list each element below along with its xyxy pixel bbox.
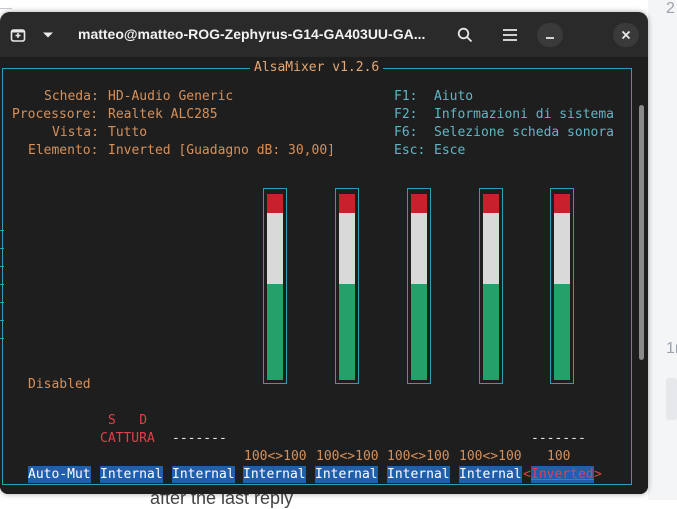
inverted-dashes: ------- [531, 431, 586, 446]
terminal-window: matteo@matteo-ROG-Zephyrus-G14-GA403UU-G… [0, 12, 648, 494]
info-value-elemento: Inverted [Guadagno dB: 30,00] [108, 143, 335, 158]
new-tab-icon [10, 29, 26, 42]
background-card [666, 378, 677, 420]
key-f2-action: Informazioni di sistema [434, 107, 615, 122]
new-tab-button[interactable] [6, 23, 30, 47]
title-bar: matteo@matteo-ROG-Zephyrus-G14-GA403UU-G… [0, 12, 648, 57]
scrollbar[interactable] [639, 105, 644, 360]
scale-tick [0, 284, 4, 285]
capture-label: CATTURA [100, 431, 155, 446]
meter-fill [411, 194, 427, 380]
scale-tick [0, 320, 4, 321]
control-auto-mute[interactable]: Auto-Mut [28, 466, 91, 483]
dropdown-icon [43, 32, 53, 38]
control-internal-4[interactable]: Internal [315, 466, 378, 483]
control-internal-3[interactable]: Internal [243, 466, 306, 483]
control-internal-6[interactable]: Internal [459, 466, 522, 483]
volume-meter-2[interactable] [335, 188, 359, 384]
info-label-elemento: Elemento: [28, 143, 99, 158]
background-text-mid: 1r [666, 340, 677, 357]
key-f1-action: Aiuto [434, 89, 474, 104]
volume-value-4: 100<>100 [459, 449, 522, 464]
volume-meter-4[interactable] [479, 188, 503, 384]
scale-tick [0, 230, 4, 231]
scale-tick [0, 302, 4, 303]
control-inverted-selected[interactable]: Inverted [531, 466, 594, 483]
meter-fill [339, 194, 355, 380]
scale-tick [0, 266, 4, 267]
info-value-vista: Tutto [108, 125, 148, 140]
menu-button[interactable] [498, 23, 522, 47]
volume-meter-5[interactable] [550, 188, 574, 384]
background-text-top: 2 [666, 0, 675, 17]
info-label-vista: Vista: [52, 125, 99, 140]
search-icon [457, 27, 473, 43]
background-page-right: 2 1r [648, 0, 677, 500]
key-esc-action: Esce [434, 143, 466, 158]
minimize-button[interactable] [537, 23, 563, 47]
info-value-processore: Realtek ALC285 [108, 107, 218, 122]
key-f1: F1: [394, 89, 418, 104]
background-divider [0, 8, 12, 9]
selected-right-marker: > [594, 467, 602, 482]
capture-dashes: ------- [172, 431, 227, 446]
meter-fill [483, 194, 499, 380]
volume-meter-3[interactable] [407, 188, 431, 384]
capture-sd-indicator: S D [108, 413, 148, 428]
info-label-processore: Processore: [12, 107, 99, 122]
auto-mute-status: Disabled [28, 377, 91, 392]
selected-left-marker: < [523, 467, 531, 482]
info-label-scheda: Scheda: [44, 89, 99, 104]
info-value-scheda: HD-Audio Generic [108, 89, 234, 104]
volume-value-3: 100<>100 [387, 449, 450, 464]
key-f6: F6: [394, 125, 418, 140]
minimize-icon [546, 37, 554, 39]
close-button[interactable] [613, 23, 639, 47]
key-f6-action: Selezione scheda sonora [434, 125, 615, 140]
meter-fill [554, 194, 570, 380]
tab-menu-button[interactable] [37, 23, 59, 47]
volume-value-2: 100<>100 [316, 449, 379, 464]
key-esc: Esc: [394, 143, 426, 158]
control-internal-2[interactable]: Internal [172, 466, 235, 483]
mixer-title: AlsaMixer v1.2.6 [250, 60, 384, 75]
key-f2: F2: [394, 107, 418, 122]
terminal-content[interactable]: AlsaMixer v1.2.6 Scheda: HD-Audio Generi… [0, 57, 648, 494]
volume-value-5: 100 [547, 449, 571, 464]
control-internal-1[interactable]: Internal [100, 466, 163, 483]
menu-icon [503, 29, 517, 41]
scale-tick [0, 248, 4, 249]
search-button[interactable] [453, 23, 477, 47]
volume-meter-1[interactable] [263, 188, 287, 384]
scale-tick [0, 338, 4, 339]
volume-value-1: 100<>100 [244, 449, 307, 464]
window-title: matteo@matteo-ROG-Zephyrus-G14-GA403UU-G… [78, 26, 426, 42]
control-internal-5[interactable]: Internal [387, 466, 450, 483]
meter-fill [267, 194, 283, 380]
close-icon [621, 30, 631, 40]
